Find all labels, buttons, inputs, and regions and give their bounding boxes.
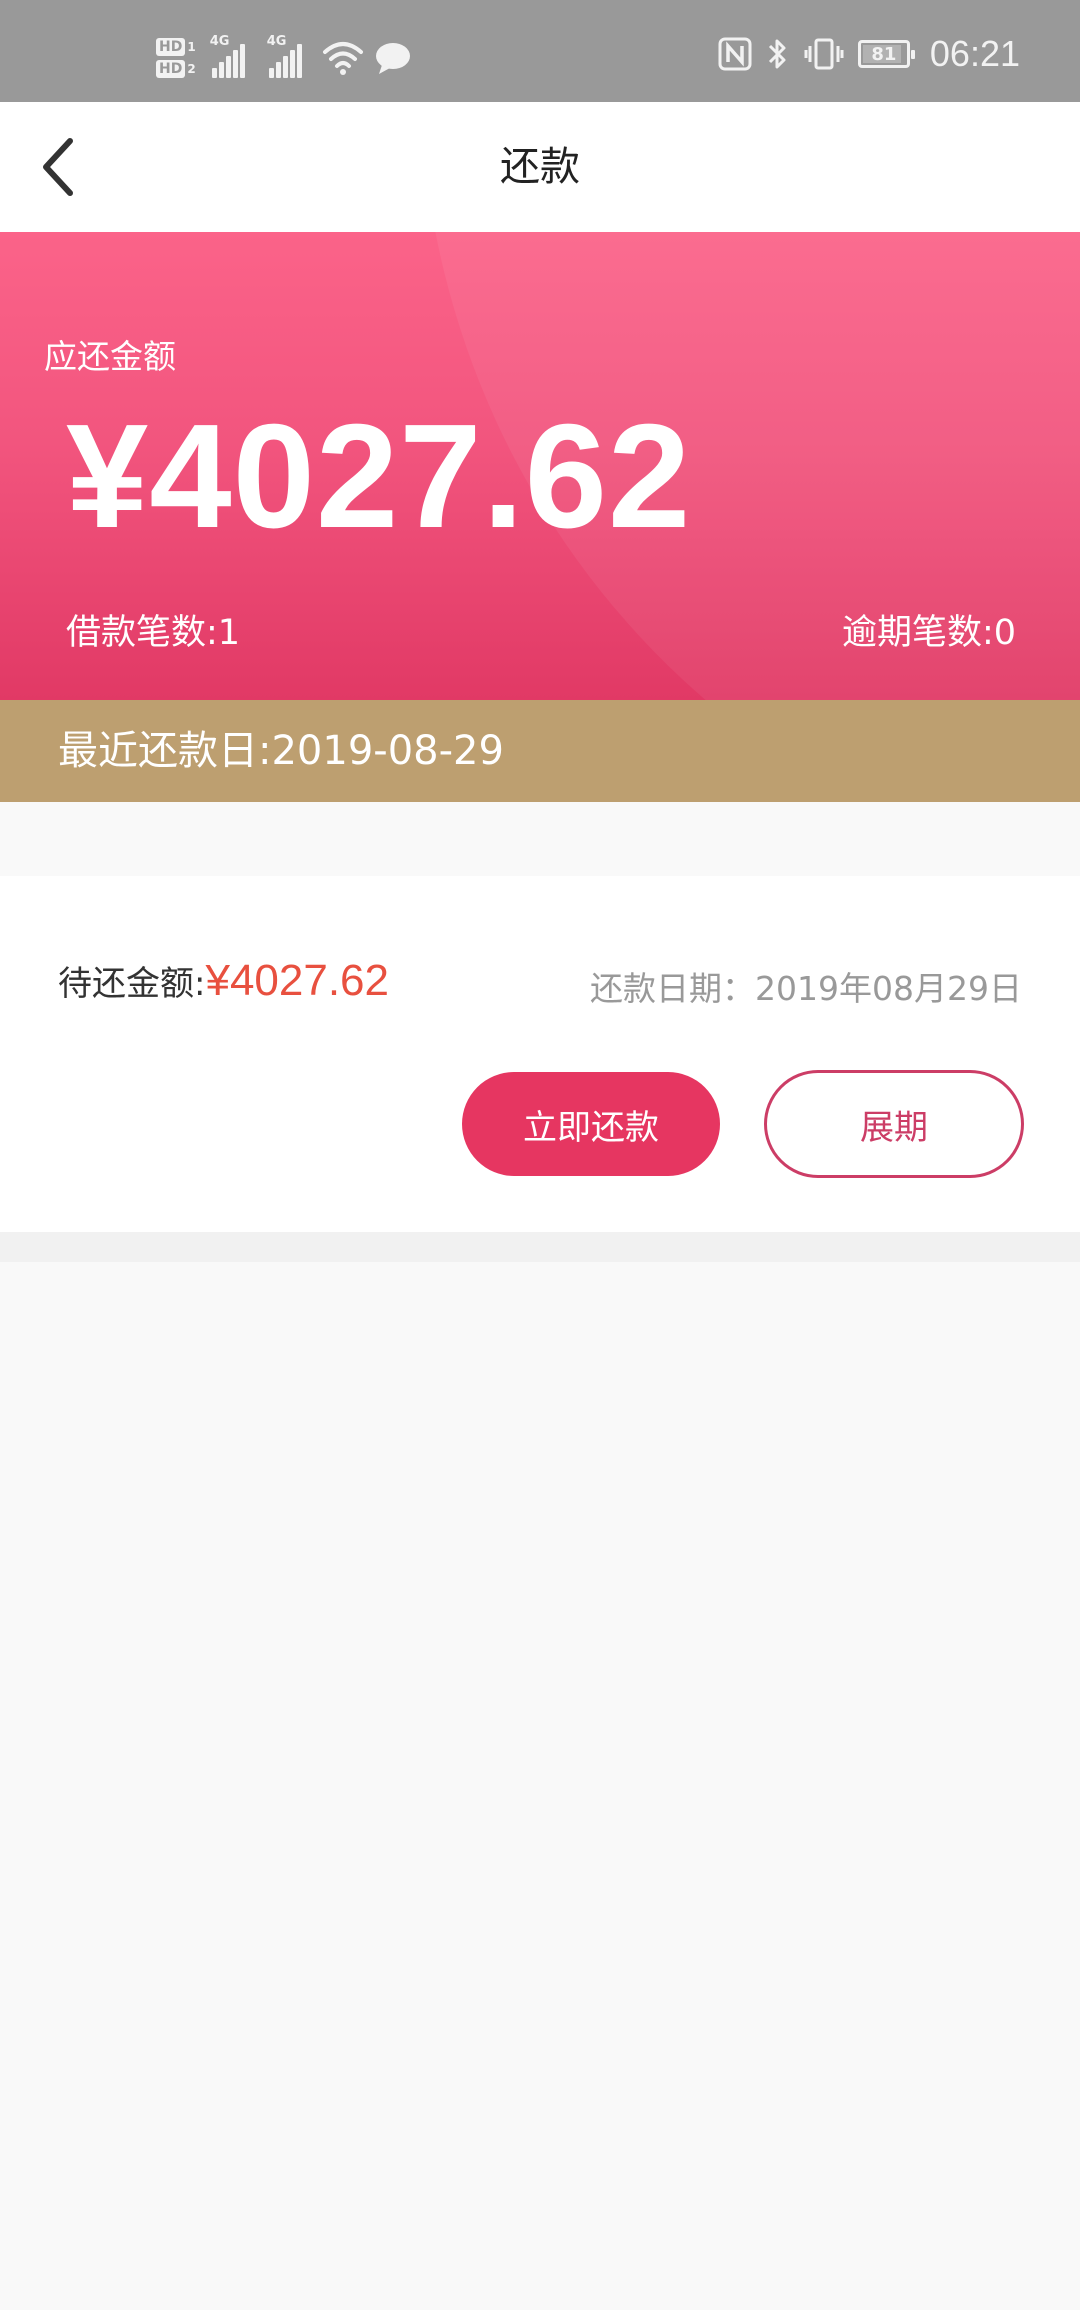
chevron-left-icon [43, 138, 73, 196]
status-right: 81 06:21 [718, 24, 1020, 84]
network-type-label: 4G [266, 34, 287, 49]
battery-icon: 81 [857, 40, 915, 68]
wifi-icon [322, 42, 363, 75]
due-amount-label: 待还金额: [58, 964, 206, 1004]
section-divider [0, 1232, 1080, 1262]
nav-bar: 还款 [0, 102, 1080, 232]
loan-count: 借款笔数:1 [66, 613, 241, 653]
status-bar: HD 1 HD 2 4G 4G 81 06:21 [0, 0, 1080, 102]
due-date: 还款日期：2019年08月29日 [590, 969, 1022, 1008]
due-amount-line: 待还金额: ¥4027.62 [58, 956, 389, 1006]
message-icon [375, 43, 410, 74]
recent-due-date: 最近还款日:2019-08-29 [0, 700, 1080, 802]
back-button[interactable] [28, 137, 88, 197]
hd1-badge: HD 1 [156, 38, 196, 56]
battery-level: 81 [871, 43, 897, 65]
due-amount-value: ¥4027.62 [205, 956, 389, 1005]
network-type-label: 4G [209, 34, 230, 49]
total-amount: ¥4027.62 [66, 394, 692, 559]
page-title: 还款 [500, 144, 580, 190]
extend-button[interactable]: 展期 [764, 1070, 1024, 1178]
repayment-card: 待还金额: ¥4027.62 还款日期：2019年08月29日 立即还款 展期 [0, 876, 1080, 1232]
status-left: HD 1 HD 2 4G 4G [156, 28, 412, 88]
vibrate-icon [804, 38, 844, 70]
clock: 06:21 [929, 33, 1020, 74]
hd2-badge: HD 2 [156, 60, 196, 78]
amount-banner: 应还金额 ¥4027.62 借款笔数:1 逾期笔数:0 [0, 232, 1080, 700]
signal-icon: 4G [267, 34, 302, 78]
amount-label: 应还金额 [44, 337, 176, 376]
pay-now-button[interactable]: 立即还款 [462, 1072, 720, 1176]
bluetooth-icon [768, 39, 786, 69]
overdue-count: 逾期笔数:0 [841, 613, 1016, 653]
nfc-icon [718, 37, 752, 71]
signal-icon: 4G [210, 34, 245, 78]
hd-indicators: HD 1 HD 2 [156, 38, 196, 78]
